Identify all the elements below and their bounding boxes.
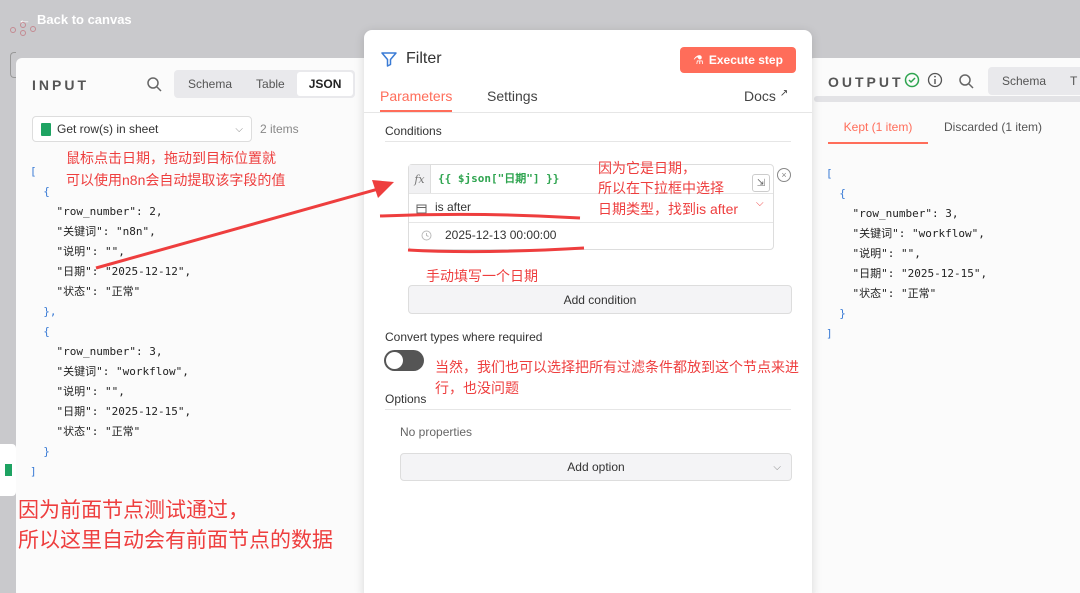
annotation-manual: 手动填写一个日期: [426, 268, 538, 284]
annotation-prev-1: 因为前面节点测试通过，: [18, 499, 249, 522]
annotation-also-1: 当然，我们也可以选择把所有过滤条件都放到这个节点来进: [435, 359, 799, 375]
annotation-prev-2: 所以这里自动会有前面节点的数据: [18, 529, 333, 552]
annotation-also-2: 行，也没问题: [435, 380, 519, 396]
annotation-date-3: 日期类型，找到is after: [598, 201, 739, 217]
annotation-date-1: 因为它是日期，: [598, 160, 696, 176]
annotation-drag-1: 鼠标点击日期，拖动到目标位置就: [66, 150, 276, 166]
annotation-date-2: 所以在下拉框中选择: [598, 180, 724, 196]
annotation-drag-2: 可以使用n8n会自动提取该字段的值: [66, 172, 286, 188]
